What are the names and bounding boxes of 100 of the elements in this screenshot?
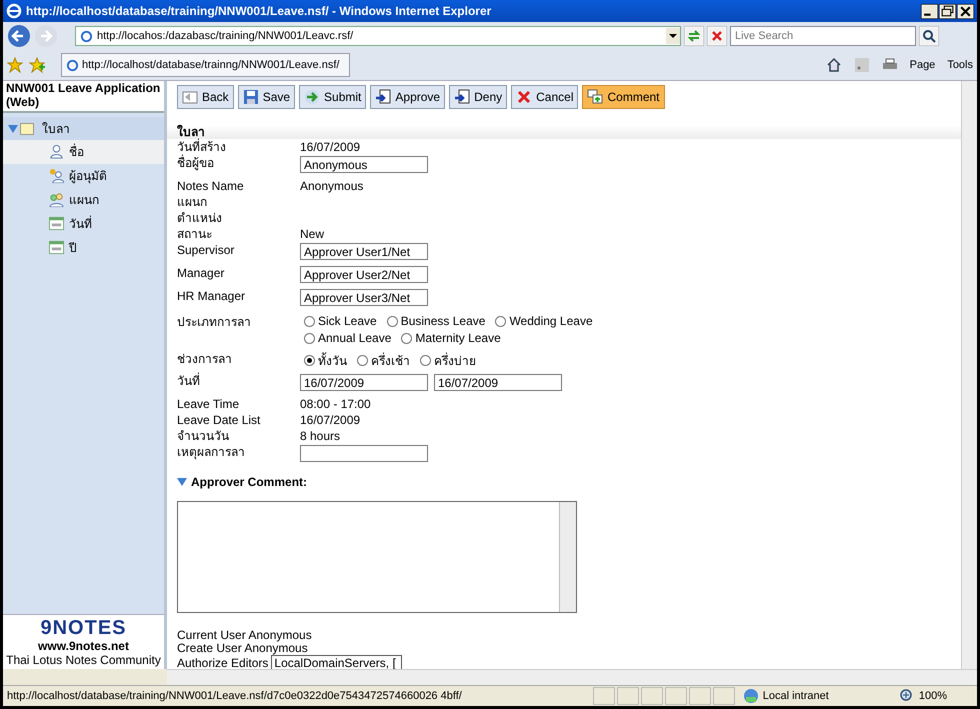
expand-caret-icon [177, 478, 187, 486]
speech-bubbles-icon [587, 89, 604, 105]
radio-button[interactable] [401, 332, 412, 344]
form-title: ใบลา [167, 125, 961, 139]
radio-option[interactable]: Wedding Leave [495, 314, 593, 328]
toolbar-button[interactable]: Cancel [511, 85, 578, 109]
radio-button[interactable] [304, 316, 315, 326]
toolbar-button[interactable]: Approve [370, 85, 446, 109]
radio-button[interactable] [420, 355, 431, 366]
field-label: Leave Time [177, 396, 240, 412]
horizontal-scrollbar[interactable] [167, 669, 977, 685]
address-field[interactable]: http://locahos:/dazabasc/training/NNW001/Leavc.rsf/ [75, 26, 681, 46]
tree-item[interactable]: แผนก [3, 188, 164, 212]
vertical-scrollbar[interactable] [961, 81, 977, 669]
footer-text: Current User Anonymous [177, 629, 313, 642]
security-zone: Local intranet [762, 690, 829, 702]
status-panel [664, 687, 687, 705]
address-url: http://locahos:/dazabasc/training/NNW001/Leavc.rsf/ [97, 30, 354, 42]
footer-text: Create User Anonymous [177, 642, 308, 655]
toolbar-button[interactable]: Deny [449, 85, 508, 109]
home-icon[interactable] [826, 57, 842, 73]
field-label: สถานะ [177, 226, 213, 242]
radio-option[interactable]: Sick Leave [304, 314, 377, 328]
document-arrow-icon [454, 89, 470, 105]
toolbar-button[interactable]: Back [177, 85, 234, 109]
toolbar-button[interactable]: Submit [299, 85, 366, 109]
folder-icon [20, 122, 34, 134]
search-icon[interactable] [919, 26, 939, 46]
status-panel [592, 687, 615, 705]
tagline: Thai Lotus Notes Community [6, 653, 161, 667]
submit-arrow-icon [304, 89, 320, 105]
radio-button[interactable] [304, 355, 315, 366]
toolbar-button[interactable]: Save [238, 85, 296, 109]
browser-tab[interactable]: http://localhost/database/trainng/NNW001/Leave.nsf/ [61, 53, 350, 77]
input-field[interactable]: Approver User3/Net [300, 289, 428, 306]
field-label: Notes Name [177, 178, 245, 194]
people-icon [49, 192, 64, 206]
field-label: HR Manager [177, 288, 246, 305]
field-label: วันที่สร้าง [177, 139, 227, 154]
field-value: Anonymous [300, 178, 364, 194]
app-title: NNW001 Leave Application (Web) [3, 81, 164, 113]
field-label: วันที่ [177, 373, 201, 390]
radio-button[interactable] [386, 316, 398, 326]
tree-item[interactable]: ชื่อ [3, 140, 164, 164]
status-url: http://localhost/database/training/NNW001/Leave.nsf/d7c0e0322d0e7543472574660026 4bff/ [7, 690, 463, 702]
field-label: Leave Date List [177, 412, 262, 428]
add-favorite-icon[interactable] [29, 57, 45, 73]
radio-option[interactable]: Annual Leave [304, 331, 392, 345]
status-panel [616, 687, 639, 705]
radio-option[interactable]: ครึ่งบ่าย [420, 351, 476, 370]
radio-option[interactable]: ทั้งวัน [304, 351, 347, 370]
field-value: 16/07/2009 [300, 412, 360, 428]
command-menu[interactable]: Tools [947, 59, 973, 71]
field-label: จำนวนวัน [177, 428, 230, 444]
radio-button[interactable] [495, 316, 506, 326]
radio-option[interactable]: Maternity Leave [401, 331, 501, 345]
tree-folder[interactable]: ใบลา [3, 117, 164, 140]
input-field[interactable]: Approver User1/Net [300, 243, 428, 260]
textarea-scrollbar[interactable] [559, 502, 576, 612]
status-panel [712, 687, 735, 705]
tree-item[interactable]: วันที่ [3, 212, 164, 236]
comment-textarea[interactable] [177, 501, 577, 613]
site-address: www.9notes.net [38, 639, 129, 653]
tree-item[interactable]: ปี [3, 236, 164, 260]
field-label: Supervisor [177, 242, 236, 259]
field-value: 8 hours [300, 428, 340, 444]
field-label: Manager [177, 265, 226, 282]
person-key-icon [49, 168, 64, 182]
document-arrow-icon [375, 89, 392, 105]
input-field[interactable] [300, 445, 428, 462]
calendar-icon [49, 240, 64, 254]
radio-option[interactable]: Business Leave [386, 314, 486, 328]
logo: 9NOTES [40, 617, 127, 639]
command-menu[interactable]: Page [910, 59, 936, 71]
radio-button[interactable] [357, 355, 368, 366]
browser-logo-icon [6, 3, 22, 19]
status-panel [688, 687, 711, 705]
toolbar-button[interactable]: Comment [582, 85, 664, 109]
input-field[interactable]: Approver User2/Net [300, 266, 428, 283]
field-label: Authorize Editors [177, 656, 268, 669]
close-icon[interactable] [957, 4, 974, 18]
minimize-icon[interactable] [921, 4, 938, 18]
dropdown-icon[interactable] [666, 28, 680, 44]
favorites-star-icon[interactable] [7, 57, 23, 73]
field-label: เหตุผลการลา [177, 444, 246, 462]
zoom-control[interactable]: 100% [898, 688, 977, 704]
radio-button[interactable] [304, 332, 315, 344]
field-label: ตำแหน่ง [177, 210, 223, 226]
status-panel [640, 687, 663, 705]
date-field[interactable]: 16/07/2009 [434, 374, 562, 391]
comment-section-toggle[interactable]: Approver Comment: [177, 475, 961, 489]
expand-caret-icon [8, 124, 18, 132]
date-field[interactable]: 16/07/2009 [300, 374, 428, 391]
radio-option[interactable]: ครึ่งเช้า [357, 351, 410, 370]
search-field[interactable]: Live Search [730, 26, 916, 46]
input-field[interactable]: Anonymous [300, 156, 428, 173]
tree-item[interactable]: ผู้อนุมัติ [3, 164, 164, 188]
field-value: 08:00 - 17:00 [300, 396, 371, 412]
restore-icon[interactable] [939, 4, 956, 18]
stop-icon[interactable] [707, 26, 727, 46]
